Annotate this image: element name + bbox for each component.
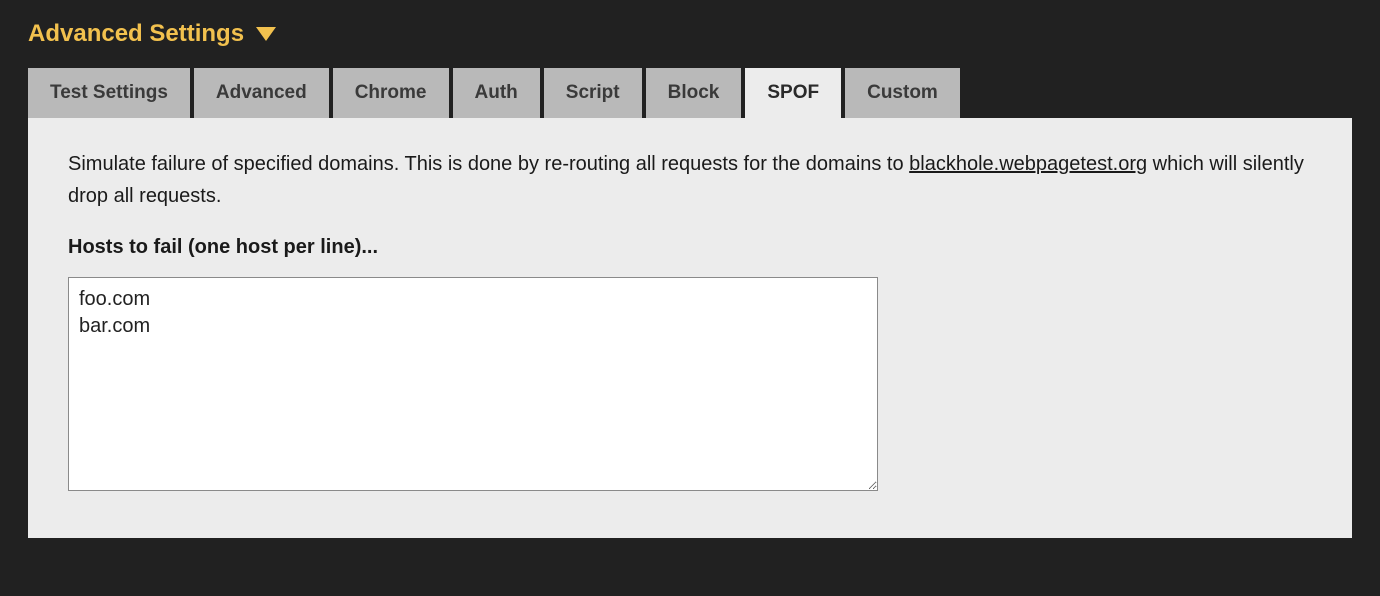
advanced-settings-toggle[interactable]: Advanced Settings <box>28 20 1352 48</box>
hosts-label: Hosts to fail (one host per line)... <box>68 236 1312 259</box>
section-title: Advanced Settings <box>28 20 244 48</box>
description-text-pre: Simulate failure of specified domains. T… <box>68 153 909 175</box>
tab-advanced[interactable]: Advanced <box>194 68 329 118</box>
tab-chrome[interactable]: Chrome <box>333 68 449 118</box>
spof-description: Simulate failure of specified domains. T… <box>68 148 1312 212</box>
hosts-textarea[interactable] <box>68 277 878 491</box>
spof-panel: Simulate failure of specified domains. T… <box>28 118 1352 538</box>
tab-script[interactable]: Script <box>544 68 642 118</box>
chevron-down-icon <box>256 27 276 41</box>
tab-spof[interactable]: SPOF <box>745 68 841 118</box>
tab-auth[interactable]: Auth <box>453 68 540 118</box>
tab-block[interactable]: Block <box>646 68 742 118</box>
tab-custom[interactable]: Custom <box>845 68 960 118</box>
tab-test-settings[interactable]: Test Settings <box>28 68 190 118</box>
tabs-row: Test Settings Advanced Chrome Auth Scrip… <box>28 68 1352 118</box>
blackhole-link[interactable]: blackhole.webpagetest.org <box>909 153 1147 175</box>
